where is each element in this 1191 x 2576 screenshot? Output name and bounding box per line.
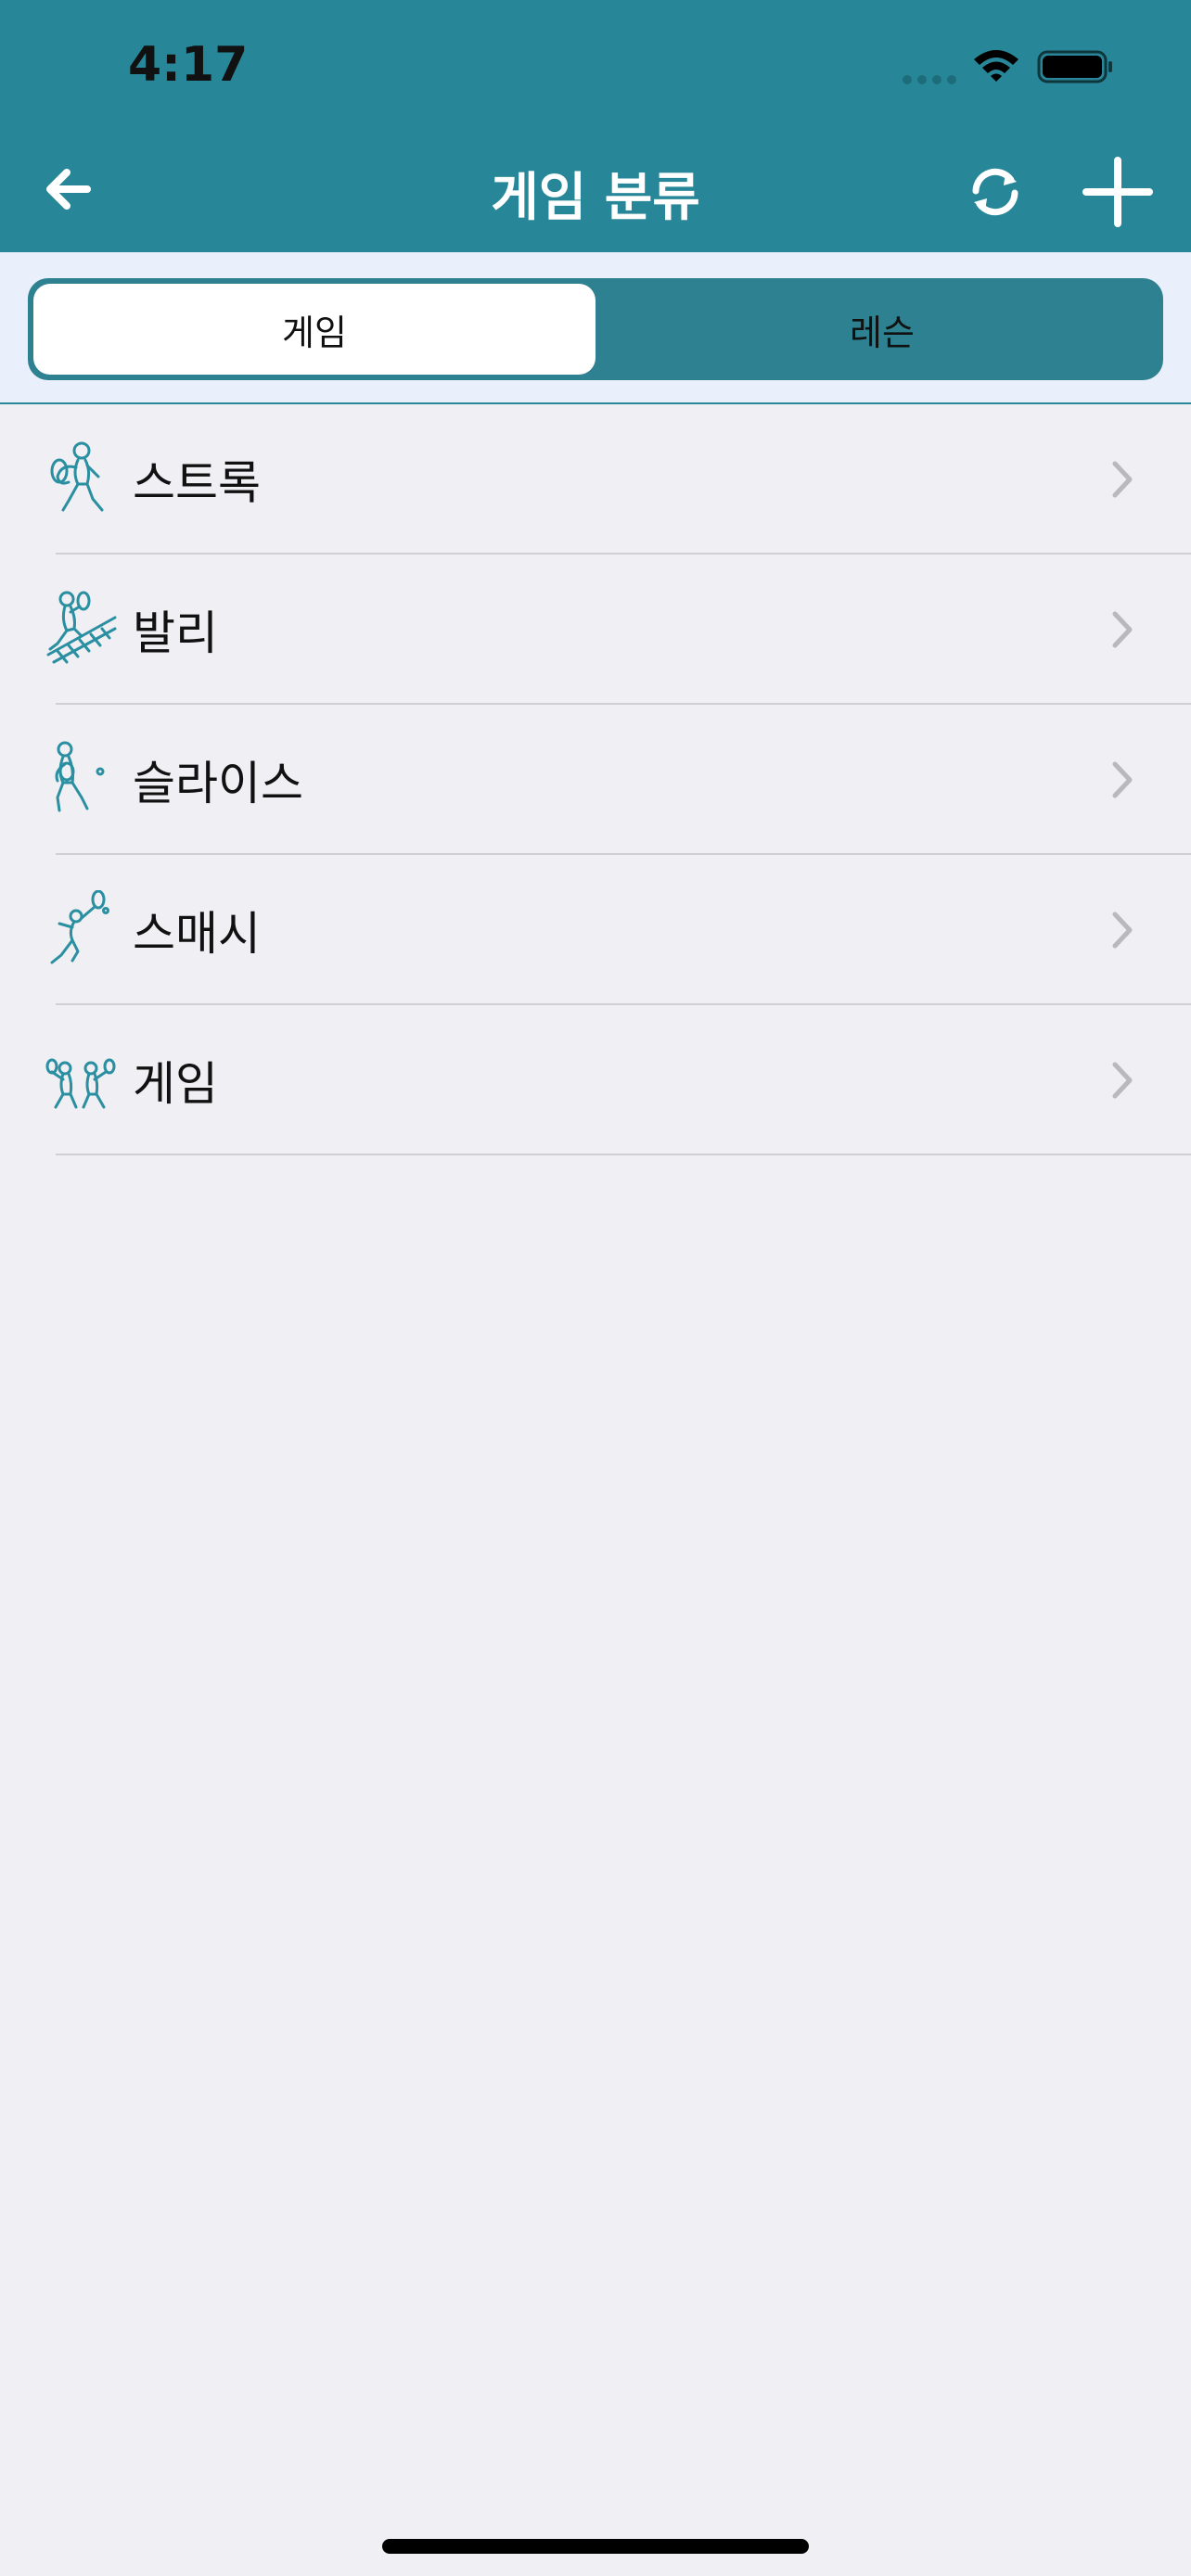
app-header: 4:17 게임 분류 [0, 0, 1191, 252]
home-indicator[interactable] [382, 2539, 809, 2554]
tennis-stroke-icon [50, 441, 104, 512]
chevron-right-icon [1112, 912, 1133, 949]
segment-area: 게임 레슨 [0, 252, 1191, 404]
chevron-right-icon [1112, 611, 1133, 648]
list-item-stroke[interactable]: 스트록 [0, 404, 1191, 555]
tennis-doubles-game-icon [45, 1058, 116, 1109]
tennis-volley-icon [46, 591, 117, 664]
list-item-smash[interactable]: 스매시 [0, 855, 1191, 1005]
refresh-button[interactable] [955, 152, 1035, 232]
tennis-smash-icon [50, 890, 109, 964]
list-item-game[interactable]: 게임 [0, 1005, 1191, 1155]
list-item-label: 발리 [133, 606, 218, 660]
add-button[interactable] [1078, 152, 1158, 232]
list-item-label: 스트록 [133, 456, 261, 510]
status-time: 4:17 [128, 37, 249, 93]
plus-icon [1082, 157, 1153, 227]
wifi-icon [974, 50, 1018, 82]
list-item-volley[interactable]: 발리 [0, 555, 1191, 705]
tennis-slice-icon [55, 741, 105, 812]
refresh-icon [972, 168, 1018, 216]
signal-dots-icon [903, 75, 956, 84]
category-list: 스트록 발리 슬라이스 스매시 게임 [0, 404, 1191, 1155]
list-item-label: 게임 [133, 1057, 218, 1111]
list-item-label: 슬라이스 [133, 757, 303, 810]
list-item-label: 스매시 [133, 907, 261, 961]
battery-full-icon [1037, 50, 1112, 83]
list-item-slice[interactable]: 슬라이스 [0, 705, 1191, 855]
segmented-control: 게임 레슨 [28, 278, 1163, 380]
segment-game[interactable]: 게임 [33, 284, 596, 375]
chevron-right-icon [1112, 761, 1133, 798]
chevron-right-icon [1112, 1062, 1133, 1099]
segment-lesson[interactable]: 레슨 [601, 278, 1163, 380]
chevron-right-icon [1112, 461, 1133, 498]
